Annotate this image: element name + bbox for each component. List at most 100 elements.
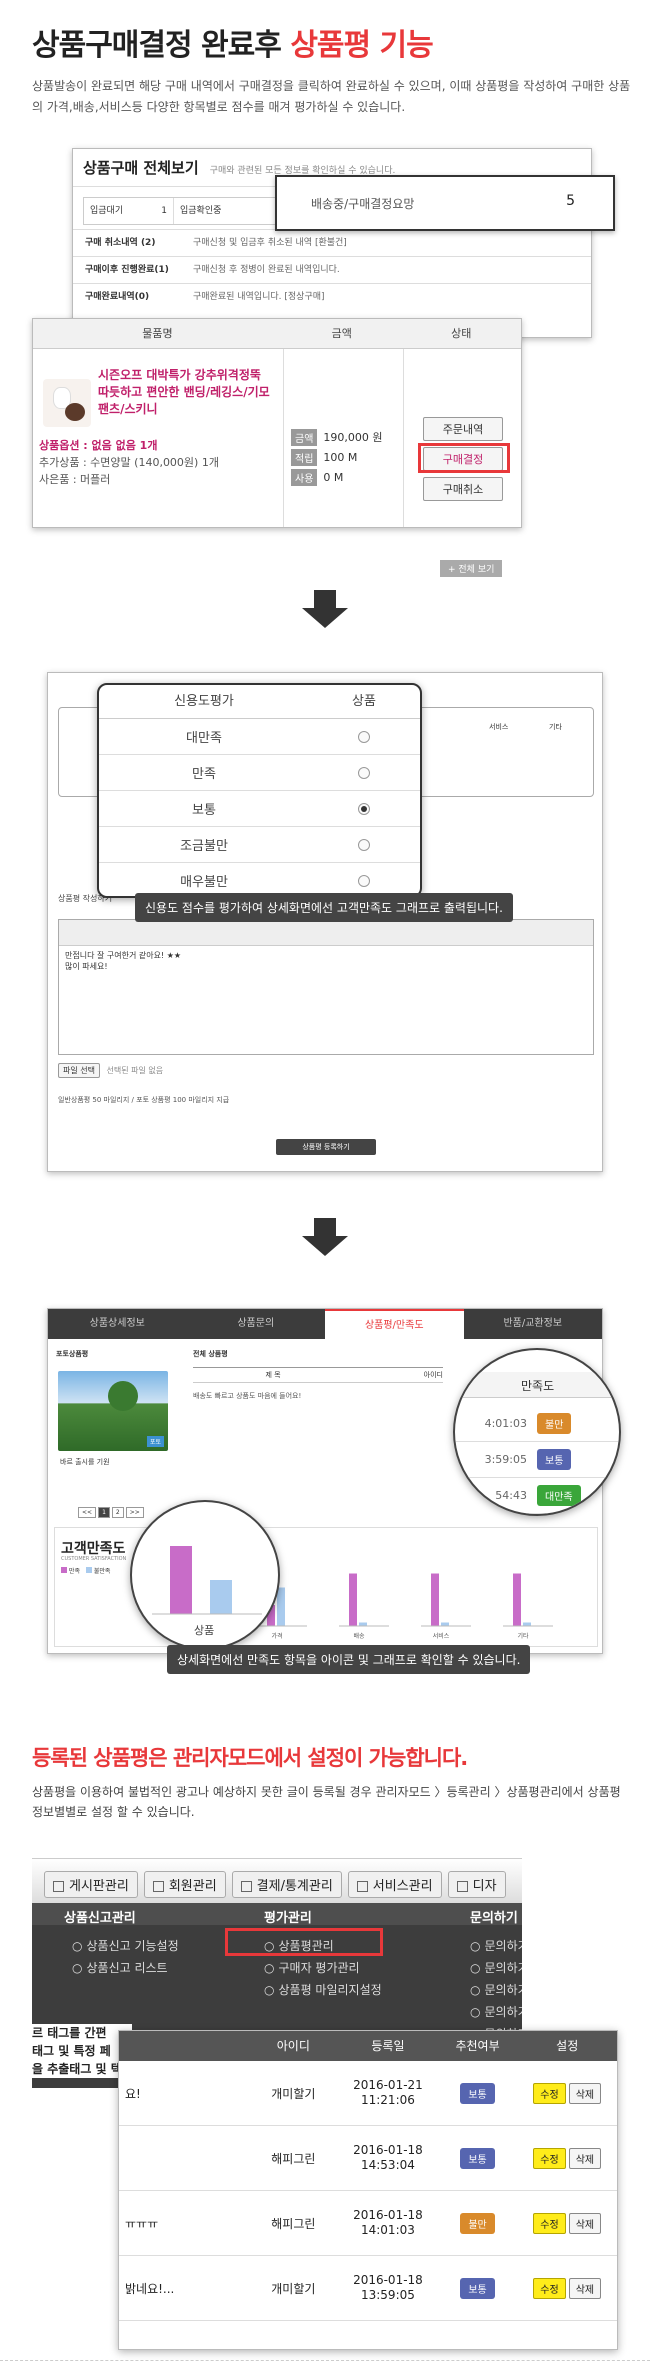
satisfaction-list: 4:01:03 불만 3:59:05 보통 54:43 대만족 <box>455 1406 619 1514</box>
rating-option-row[interactable]: 대만족 <box>99 719 420 755</box>
recommend-badge: 불만 <box>460 2212 495 2234</box>
status-highlight-box[interactable]: 배송중/구매결정요망 5 <box>275 175 615 231</box>
purchase-row[interactable]: 구매이후 진행완료(1) 구매신청 후 정병이 완료된 내역입니다. <box>73 256 591 283</box>
rating-radio[interactable] <box>358 874 370 887</box>
submenu-item[interactable]: ○ 상품신고 리스트 <box>72 1957 179 1979</box>
rating-radio[interactable] <box>358 838 370 851</box>
admin-menu-button[interactable]: 디자 <box>447 1871 506 1898</box>
page-button[interactable]: 1 <box>98 1507 110 1518</box>
rating-radio-cell <box>309 837 419 852</box>
submenu-item[interactable]: ○문의하기 <box>470 1979 522 2001</box>
order-detail-header: 물품명 금액 상태 <box>33 319 521 349</box>
rating-option-row[interactable]: 만족 <box>99 755 420 791</box>
menu-square-icon <box>240 1881 252 1892</box>
edit-button[interactable]: 수정 <box>533 2277 566 2299</box>
chart-bar <box>441 1622 449 1626</box>
photo-review-image[interactable]: 포토 <box>58 1371 168 1451</box>
review-title-fragment[interactable]: 밝네요!... <box>119 2280 249 2297</box>
submenu-report-items: ○ 상품신고 기능설정 ○ 상품신고 리스트 <box>72 1935 179 1979</box>
review-manage-table: 아이디 등록일 추천여부 설정 요! 개미할기 2016-01-21 11:21:06… <box>118 2030 618 2350</box>
submenu-item-label: 문의하기 <box>484 1939 522 1953</box>
delete-button[interactable]: 삭제 <box>568 2147 602 2169</box>
submenu-item[interactable]: ○ 구매자 평가관리 <box>264 1957 382 1979</box>
admin-menu-button[interactable]: 게시판관리 <box>44 1871 138 1898</box>
satisfaction-badge: 대만족 <box>537 1485 581 1506</box>
chart-bar <box>349 1573 357 1626</box>
zoom-bar <box>210 1580 232 1614</box>
price-value: 100 M <box>323 450 358 464</box>
admin-menu-button[interactable]: 회원관리 <box>143 1871 226 1898</box>
delete-button[interactable]: 삭제 <box>568 2082 602 2104</box>
stat-checking[interactable]: 입금확인중 <box>174 198 254 224</box>
file-select-button[interactable]: 파일 선택 <box>58 1063 100 1078</box>
edit-button[interactable]: 수정 <box>533 2212 566 2234</box>
submenu-item[interactable]: ○ 상품평 마일리지설정 <box>264 1979 382 2001</box>
review-date-time: 11:21:06 <box>360 2093 415 2107</box>
edit-button[interactable]: 수정 <box>533 2147 566 2169</box>
divider <box>283 349 284 527</box>
purchase-row[interactable]: 구매완료내역(0) 구매완료된 내역입니다. [정상구매] <box>73 283 591 310</box>
bg-col-service: 서비스 <box>489 723 509 731</box>
detail-tab[interactable]: 상품문의 <box>187 1309 326 1339</box>
bullet-icon: ○ <box>470 1961 481 1975</box>
title-prefix: 상품구매결정 완료후 <box>32 28 282 63</box>
menu-square-icon <box>53 1881 64 1892</box>
detail-tab[interactable]: 상품평/만족도 <box>325 1309 464 1339</box>
review-list-row[interactable]: 배송도 빠르고 상품도 마음에 들어요! <box>193 1391 301 1401</box>
submenu-item-label: 문의하기 <box>484 1983 522 1997</box>
admin-menu-button[interactable]: 서비스관리 <box>347 1871 442 1898</box>
editor-toolbar[interactable] <box>59 920 593 946</box>
rating-col-credit: 신용도평가 <box>174 694 234 709</box>
review-editor[interactable]: 만접니다 잘 구여한거 같아요! ★★ 많이 파세요! <box>58 919 594 1055</box>
bullet-icon: ○ <box>470 1983 481 1997</box>
submenu-item-label: 상품신고 기능설정 <box>86 1939 179 1953</box>
review-title-fragment[interactable]: 요! <box>119 2085 249 2102</box>
submit-review-button[interactable]: 상품평 등록하기 <box>276 1139 376 1155</box>
cancel-purchase-button[interactable]: 구매취소 <box>423 477 503 501</box>
submenu-item[interactable]: ○ 상품신고 기능설정 <box>72 1935 179 1957</box>
page-button[interactable]: 2 <box>111 1507 124 1518</box>
rating-radio[interactable] <box>358 730 370 743</box>
chart-tick-label: 서비스 <box>433 1632 450 1640</box>
submenu-item[interactable]: ○문의하기 <box>470 1957 522 1979</box>
rating-radio[interactable] <box>358 766 370 779</box>
delete-button[interactable]: 삭제 <box>568 2212 602 2234</box>
edit-button[interactable]: 수정 <box>533 2082 566 2104</box>
purchase-row[interactable]: 구매 취소내역 (2) 구매신청 및 입금후 취소된 내역 [환불건] <box>73 229 591 256</box>
rating-option-row[interactable]: 보통 <box>99 791 420 827</box>
admin-menu-button[interactable]: 결제/통계관리 <box>231 1871 342 1898</box>
order-history-button[interactable]: 주문내역 <box>423 417 503 441</box>
review-user-id: 개미할기 <box>271 2281 316 2296</box>
photo-review-title: 포토상품평 <box>56 1350 89 1358</box>
delete-button[interactable]: 삭제 <box>568 2277 602 2299</box>
review-date: 2016-01-21 11:21:06 <box>338 2078 438 2108</box>
page-button[interactable]: << <box>78 1507 97 1518</box>
product-thumbnail[interactable] <box>43 379 91 427</box>
rating-radio[interactable] <box>358 802 370 815</box>
rating-option-row[interactable]: 조금불만 <box>99 827 420 863</box>
down-arrow-icon <box>302 1218 348 1256</box>
col-settings: 설정 <box>556 2039 579 2053</box>
detail-tab[interactable]: 상품상세정보 <box>48 1309 187 1339</box>
fragment-line: 태그 및 특정 페 <box>32 2042 132 2060</box>
product-name-link[interactable]: 시즌오프 대박특가 강추위격정뚝 따듯하고 편안한 밴딩/레깅스/기모팬츠/스키… <box>98 367 276 418</box>
stat-waiting[interactable]: 입금대기 1 <box>84 198 174 224</box>
review-list-header: 제 목 아이디 <box>193 1367 443 1383</box>
submenu-item-label: 구매자 평가관리 <box>278 1961 360 1975</box>
purchase-row-text: 구매완료된 내역입니다. [정상구매] <box>193 292 325 302</box>
detail-tooltip: 상세화면에선 만족도 항목을 아이콘 및 그래프로 확인할 수 있습니다. <box>167 1645 531 1674</box>
submenu-item[interactable]: ○문의하기 <box>470 2001 522 2023</box>
page-button[interactable]: >> <box>125 1507 144 1518</box>
satisfaction-time: 3:59:05 <box>484 1453 527 1466</box>
purchase-row-label: 구매완료내역(0) <box>85 292 150 302</box>
order-detail-panel: 물품명 금액 상태 시즌오프 대박특가 강추위격정뚝 따듯하고 편안한 밴딩/레… <box>32 318 522 528</box>
review-title-fragment[interactable]: ㅠㅠㅠ <box>119 2215 249 2232</box>
zoom-header-label: 만족도 <box>521 1379 555 1393</box>
view-all-button[interactable]: + 전체 보기 <box>440 560 503 577</box>
detail-tab[interactable]: 반품/교환정보 <box>464 1309 603 1339</box>
review-recommend-cell: 불만 <box>438 2212 518 2234</box>
submenu-item[interactable]: ○문의하기 <box>470 1935 522 1957</box>
product-option: 상품옵션 : 없음 없음 1개 <box>39 439 158 452</box>
chart-bar <box>513 1573 521 1626</box>
chart-tick-label: 기타 <box>517 1632 529 1640</box>
